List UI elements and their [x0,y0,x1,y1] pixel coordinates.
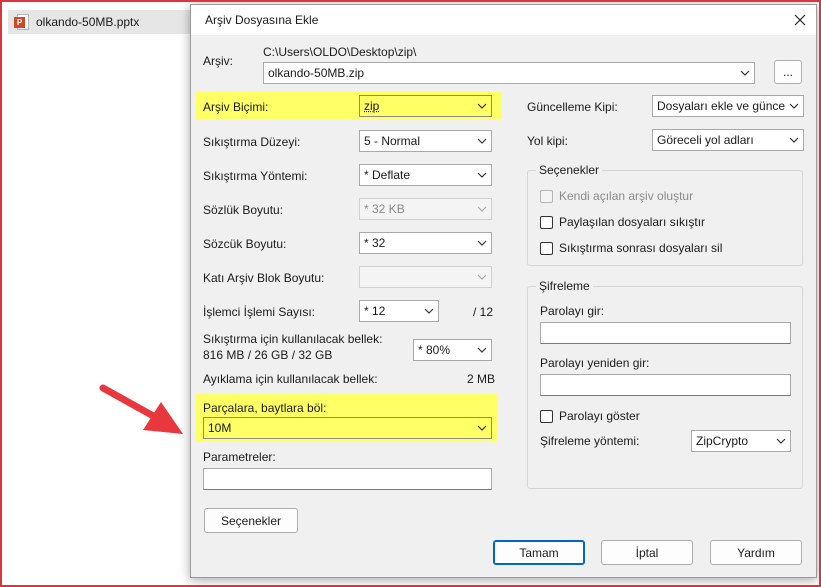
help-button[interactable]: Yardım [710,540,802,565]
archive-name-combo[interactable]: olkando-50MB.zip [263,62,755,84]
memory-usage-values: 816 MB / 26 GB / 32 GB [203,348,333,362]
chevron-down-icon [420,301,438,321]
parameters-input[interactable] [203,468,492,490]
dictionary-size-value: * 32 KB [364,202,405,216]
solid-block-label: Katı Arşiv Blok Boyutu: [203,271,325,285]
compression-method-value: * Deflate [364,168,411,182]
compression-level-select[interactable]: 5 - Normal [359,130,492,152]
sfx-checkbox: Kendi açılan arşiv oluştur [540,189,693,203]
solid-block-select [359,266,492,288]
split-volumes-value: 10M [208,421,232,435]
word-size-value: * 32 [364,236,386,250]
archive-format-value: zip [364,99,380,113]
show-password-label: Parolayı göster [559,409,640,423]
file-explorer-pane: P olkando-50MB.pptx [2,2,192,585]
file-name: olkando-50MB.pptx [36,15,140,29]
threads-label: İşlemci İşlemi Sayısı: [203,305,316,319]
encryption-method-label: Şifreleme yöntemi: [540,434,640,448]
dictionary-size-select: * 32 KB [359,198,492,220]
sfx-label: Kendi açılan arşiv oluştur [559,189,694,203]
path-mode-value: Göreceli yol adları [657,133,754,147]
archive-format-select[interactable]: zip [359,95,492,117]
update-mode-label: Güncelleme Kipi: [527,100,618,114]
chevron-down-icon [785,130,803,150]
archive-label: Arşiv: [203,54,233,68]
level-label: Sıkıştırma Düzeyi: [203,135,301,149]
file-list-item[interactable]: P olkando-50MB.pptx [8,10,192,34]
checkbox-icon [540,409,553,423]
threads-value: * 12 [364,304,386,318]
close-button[interactable] [788,8,812,32]
method-label: Sıkıştırma Yöntemi: [203,169,308,183]
password-input[interactable] [540,322,791,344]
password-confirm-label: Parolayı yeniden gir: [540,356,650,370]
update-mode-value: Dosyaları ekle ve güncelle [657,99,785,113]
delete-after-checkbox[interactable]: Sıkıştırma sonrası dosyaları sil [540,241,722,255]
compression-method-select[interactable]: * Deflate [359,164,492,186]
powerpoint-file-icon: P [14,14,30,30]
add-to-archive-dialog: Arşiv Dosyasına Ekle Arşiv: C:\Users\OLD… [190,4,817,578]
chevron-down-icon [772,431,790,451]
parameters-label: Parametreler: [203,450,276,464]
chevron-down-icon [473,199,491,219]
show-password-checkbox[interactable]: Parolayı göster [540,409,640,423]
chevron-down-icon [473,418,491,438]
path-mode-label: Yol kipi: [527,134,568,148]
threads-select[interactable]: * 12 [359,300,439,322]
options-group-title: Seçenekler [536,163,603,177]
checkbox-icon [540,189,553,203]
memory-label: Sıkıştırma için kullanılacak bellek: [203,332,383,346]
archive-name-value: olkando-50MB.zip [268,66,365,80]
update-mode-select[interactable]: Dosyaları ekle ve güncelle [652,95,804,117]
threads-total: / 12 [473,305,494,319]
cancel-button[interactable]: İptal [601,540,693,565]
path-mode-select[interactable]: Göreceli yol adları [652,129,804,151]
memory-percent-select[interactable]: * 80% [413,339,492,361]
format-label: Arşiv Biçimi: [203,100,269,114]
compression-level-value: 5 - Normal [364,134,421,148]
memory-percent-value: * 80% [418,343,451,357]
shared-files-checkbox[interactable]: Paylaşılan dosyaları sıkıştır [540,215,705,229]
chevron-down-icon [473,96,491,116]
split-volumes-combo[interactable]: 10M [203,417,492,439]
dictionary-label: Sözlük Boyutu: [203,203,284,217]
chevron-down-icon [473,165,491,185]
password-confirm-input[interactable] [540,374,791,396]
password-label: Parolayı gir: [540,304,605,318]
chevron-down-icon [473,340,491,360]
split-volumes-label: Parçalara, baytlara böl: [203,401,327,415]
annotation-arrow-icon [99,384,183,434]
word-size-select[interactable]: * 32 [359,232,492,254]
encryption-method-value: ZipCrypto [696,434,749,448]
ok-button[interactable]: Tamam [493,540,585,565]
close-icon [794,14,806,26]
chevron-down-icon [473,267,491,287]
options-button[interactable]: Seçenekler [204,508,298,533]
chevron-down-icon [473,131,491,151]
checkbox-icon [540,241,553,255]
delete-after-label: Sıkıştırma sonrası dosyaları sil [559,241,723,255]
checkbox-icon [540,215,553,229]
dialog-titlebar: Arşiv Dosyasına Ekle [191,5,816,35]
shared-files-label: Paylaşılan dosyaları sıkıştır [559,215,706,229]
encryption-group: Şifreleme Parolayı gir: Parolayı yeniden… [527,279,803,489]
chevron-down-icon [473,233,491,253]
decompress-memory-label: Ayıklama için kullanılacak bellek: [203,372,378,386]
dialog-title: Arşiv Dosyasına Ekle [205,13,319,27]
options-group: Seçenekler Kendi açılan arşiv oluştur Pa… [527,163,803,266]
chevron-down-icon [736,63,754,83]
chevron-down-icon [785,96,803,116]
decompress-memory-value: 2 MB [467,372,496,386]
word-size-label: Sözcük Boyutu: [203,237,287,251]
encryption-group-title: Şifreleme [536,279,593,293]
archive-path: C:\Users\OLDO\Desktop\zip\ [263,45,417,59]
encryption-method-select[interactable]: ZipCrypto [691,430,791,452]
browse-button[interactable]: ... [774,60,802,84]
